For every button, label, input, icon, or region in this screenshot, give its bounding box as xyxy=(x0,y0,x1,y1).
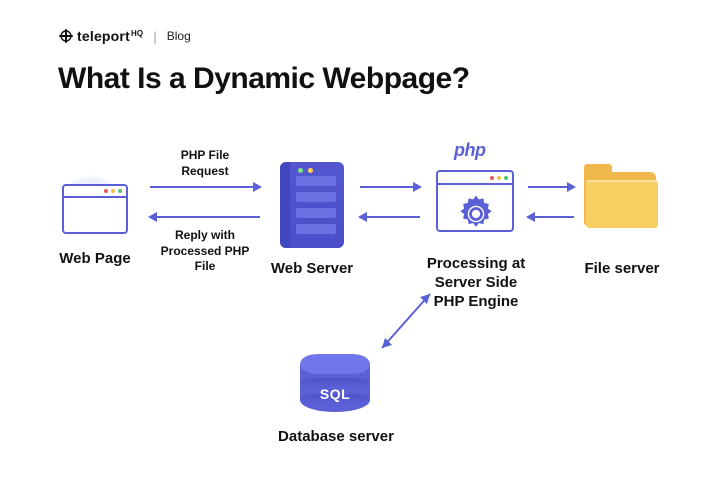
arrow-php-to-server xyxy=(360,216,420,218)
arrow-fileserver-to-php xyxy=(528,216,574,218)
label-webpage-to-server: PHP File Request xyxy=(158,148,252,179)
arrow-php-to-fileserver xyxy=(528,186,574,188)
database-icon: SQL xyxy=(300,354,370,418)
separator: | xyxy=(153,29,156,44)
fileserver-label: File server xyxy=(574,260,670,279)
arrow-webpage-to-server xyxy=(150,186,260,188)
webserver-label: Web Server xyxy=(264,260,360,279)
label-server-to-webpage: Reply with Processed PHP File xyxy=(152,228,258,275)
php-logo-text: php xyxy=(454,140,486,161)
arrow-server-to-webpage xyxy=(150,216,260,218)
php-processing-icon: php xyxy=(436,164,514,248)
database-label: Database server xyxy=(278,428,394,447)
arrow-server-to-php xyxy=(360,186,420,188)
brand-header: teleportHQ | Blog xyxy=(58,28,191,44)
page-title: What Is a Dynamic Webpage? xyxy=(58,62,470,96)
fileserver-icon xyxy=(584,172,658,232)
webserver-icon xyxy=(280,162,344,248)
database-tech-label: SQL xyxy=(300,386,370,402)
brand-section: Blog xyxy=(167,29,191,43)
brand-logo: teleportHQ xyxy=(58,28,143,44)
webpage-label: Web Page xyxy=(48,250,142,269)
arrow-php-db-bidirectional xyxy=(370,280,450,360)
gear-icon xyxy=(454,192,498,236)
diagram-stage: Web Page Web Server php xyxy=(0,120,712,480)
webpage-icon xyxy=(60,180,130,236)
brand-suffix: HQ xyxy=(131,29,143,38)
brand-name: teleport xyxy=(77,28,130,44)
